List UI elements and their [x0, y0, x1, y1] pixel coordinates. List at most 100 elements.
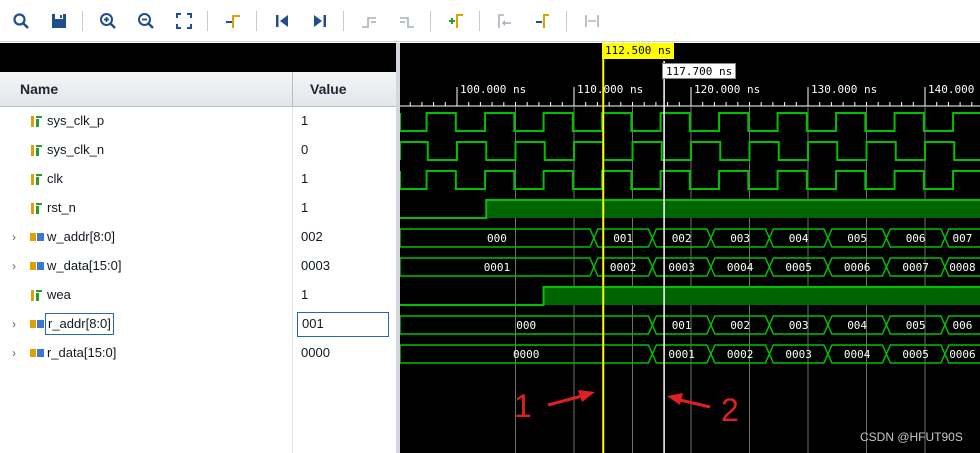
bus-value-label: 0007 — [902, 261, 929, 274]
bus-value-label: 006 — [953, 319, 973, 332]
signal-row[interactable]: › w_addr[8:0] 002 — [0, 223, 396, 252]
bus-value-label: 0005 — [785, 261, 812, 274]
bus-value-label: 0002 — [610, 261, 637, 274]
signal-value: 1 — [301, 113, 309, 128]
waveform-canvas[interactable]: 100.000 ns 110.000 ns 120.000 ns 130.000 ns… — [396, 43, 980, 453]
waveform-svg: 100.000 ns 110.000 ns 120.000 ns 130.000 ns… — [400, 43, 980, 453]
secondary-cursor-time[interactable]: 117.700 ns — [662, 63, 737, 79]
signal-name: wea — [47, 287, 71, 302]
signal-value: 1 — [301, 287, 309, 302]
search-button[interactable] — [10, 10, 32, 32]
signal-name: r_addr[8:0] — [45, 313, 114, 335]
go-to-start-button[interactable] — [271, 10, 293, 32]
zoom-in-button[interactable] — [97, 10, 119, 32]
signal-row[interactable]: › w_data[15:0] 0003 — [0, 252, 396, 281]
bus-value-label: 001 — [672, 319, 692, 332]
toolbar-separator — [207, 10, 208, 31]
bus-value-label: 0001 — [668, 348, 695, 361]
zoom-fit-icon — [176, 12, 192, 29]
zoom-fit-button[interactable] — [173, 10, 195, 32]
bus-value-label: 0001 — [484, 261, 511, 274]
annotation-label-1: 1 — [514, 388, 532, 424]
bus-value-label: 0006 — [949, 348, 976, 361]
add-marker-icon — [449, 13, 463, 28]
clock-waveform — [400, 112, 980, 132]
name-column-header[interactable]: Name — [20, 81, 58, 97]
primary-cursor-time[interactable]: 112.500 ns — [602, 43, 675, 59]
signal-high-fill — [543, 287, 980, 305]
toolbar-separator — [343, 10, 344, 31]
signal-value: 001 — [297, 312, 389, 337]
toolbar-separator — [430, 10, 431, 31]
save-button[interactable] — [48, 10, 70, 32]
bus-value-label: 004 — [789, 232, 809, 245]
bus-value-label: 0002 — [727, 348, 754, 361]
expand-chevron-icon[interactable]: › — [12, 230, 22, 244]
signal-row[interactable]: clk 1 — [0, 165, 396, 194]
go-to-end-icon — [314, 14, 326, 27]
next-marker-button[interactable] — [532, 10, 554, 32]
signal-high-fill — [486, 200, 980, 218]
bus-value-label: 007 — [953, 232, 973, 245]
signal-name: r_data[15:0] — [47, 345, 117, 360]
signal-row[interactable]: rst_n 1 — [0, 194, 396, 223]
zoom-in-icon — [100, 12, 116, 29]
signal-name: rst_n — [47, 200, 76, 215]
timeline-tick-label: 130.000 ns — [811, 83, 877, 96]
bus-value-label: 0000 — [513, 348, 540, 361]
bus-value-label: 005 — [906, 319, 926, 332]
next-transition-icon — [400, 16, 414, 28]
signal-row[interactable]: sys_clk_n 0 — [0, 136, 396, 165]
expand-chevron-icon[interactable]: › — [12, 346, 22, 360]
go-to-cursor-button[interactable] — [222, 10, 244, 32]
bus-value-label: 0008 — [949, 261, 976, 274]
clock-waveform — [400, 141, 980, 161]
expand-chevron-icon[interactable]: › — [12, 259, 22, 273]
go-to-cursor-icon — [226, 14, 240, 28]
signal-value: 002 — [301, 229, 323, 244]
annotation-label-2: 2 — [721, 392, 739, 428]
watermark: CSDN @HFUT90S — [860, 430, 963, 444]
bus-signal-icon — [30, 262, 44, 270]
value-column-header[interactable]: Value — [310, 81, 347, 97]
toolbar-separator — [479, 10, 480, 31]
zoom-out-button[interactable] — [135, 10, 157, 32]
bus-value-label: 0004 — [844, 348, 871, 361]
signal-name: sys_clk_n — [47, 142, 105, 157]
bus-value-label: 0003 — [668, 261, 695, 274]
bus-value-label: 002 — [730, 319, 750, 332]
bit-signal-icon — [31, 203, 42, 214]
bit-signal-icon — [31, 145, 42, 156]
signal-row[interactable]: › r_data[15:0] 0000 — [0, 339, 396, 368]
clock-waveform — [400, 170, 980, 190]
swap-cursors-button[interactable] — [581, 10, 603, 32]
signal-row[interactable]: › r_addr[8:0] 001 — [0, 310, 396, 339]
search-icon — [13, 12, 29, 29]
next-transition-button[interactable] — [396, 10, 418, 32]
previous-marker-icon — [498, 13, 511, 28]
toolbar-separator — [256, 10, 257, 31]
bus-value-label: 003 — [730, 232, 750, 245]
bus-value-label: 0006 — [844, 261, 871, 274]
bus-value-label: 005 — [847, 232, 867, 245]
expand-chevron-icon[interactable]: › — [12, 317, 22, 331]
signal-name: w_data[15:0] — [47, 258, 122, 273]
signal-value: 1 — [301, 171, 309, 186]
timeline-tick-label: 120.000 ns — [694, 83, 760, 96]
signal-value: 0 — [301, 142, 309, 157]
column-divider[interactable] — [292, 72, 293, 107]
bus-value-label: 0004 — [727, 261, 754, 274]
add-marker-button[interactable] — [445, 10, 467, 32]
bit-signal-icon — [31, 116, 42, 127]
toolbar-separator — [566, 10, 567, 31]
previous-marker-button[interactable] — [494, 10, 516, 32]
previous-transition-icon — [362, 16, 376, 28]
go-to-end-button[interactable] — [309, 10, 331, 32]
signal-name: w_addr[8:0] — [47, 229, 115, 244]
bus-value-label: 004 — [847, 319, 867, 332]
bus-value-label: 0003 — [785, 348, 812, 361]
signal-row[interactable]: wea 1 — [0, 281, 396, 310]
previous-transition-button[interactable] — [358, 10, 380, 32]
signal-row[interactable]: sys_clk_p 1 — [0, 107, 396, 136]
signal-value: 0003 — [301, 258, 330, 273]
